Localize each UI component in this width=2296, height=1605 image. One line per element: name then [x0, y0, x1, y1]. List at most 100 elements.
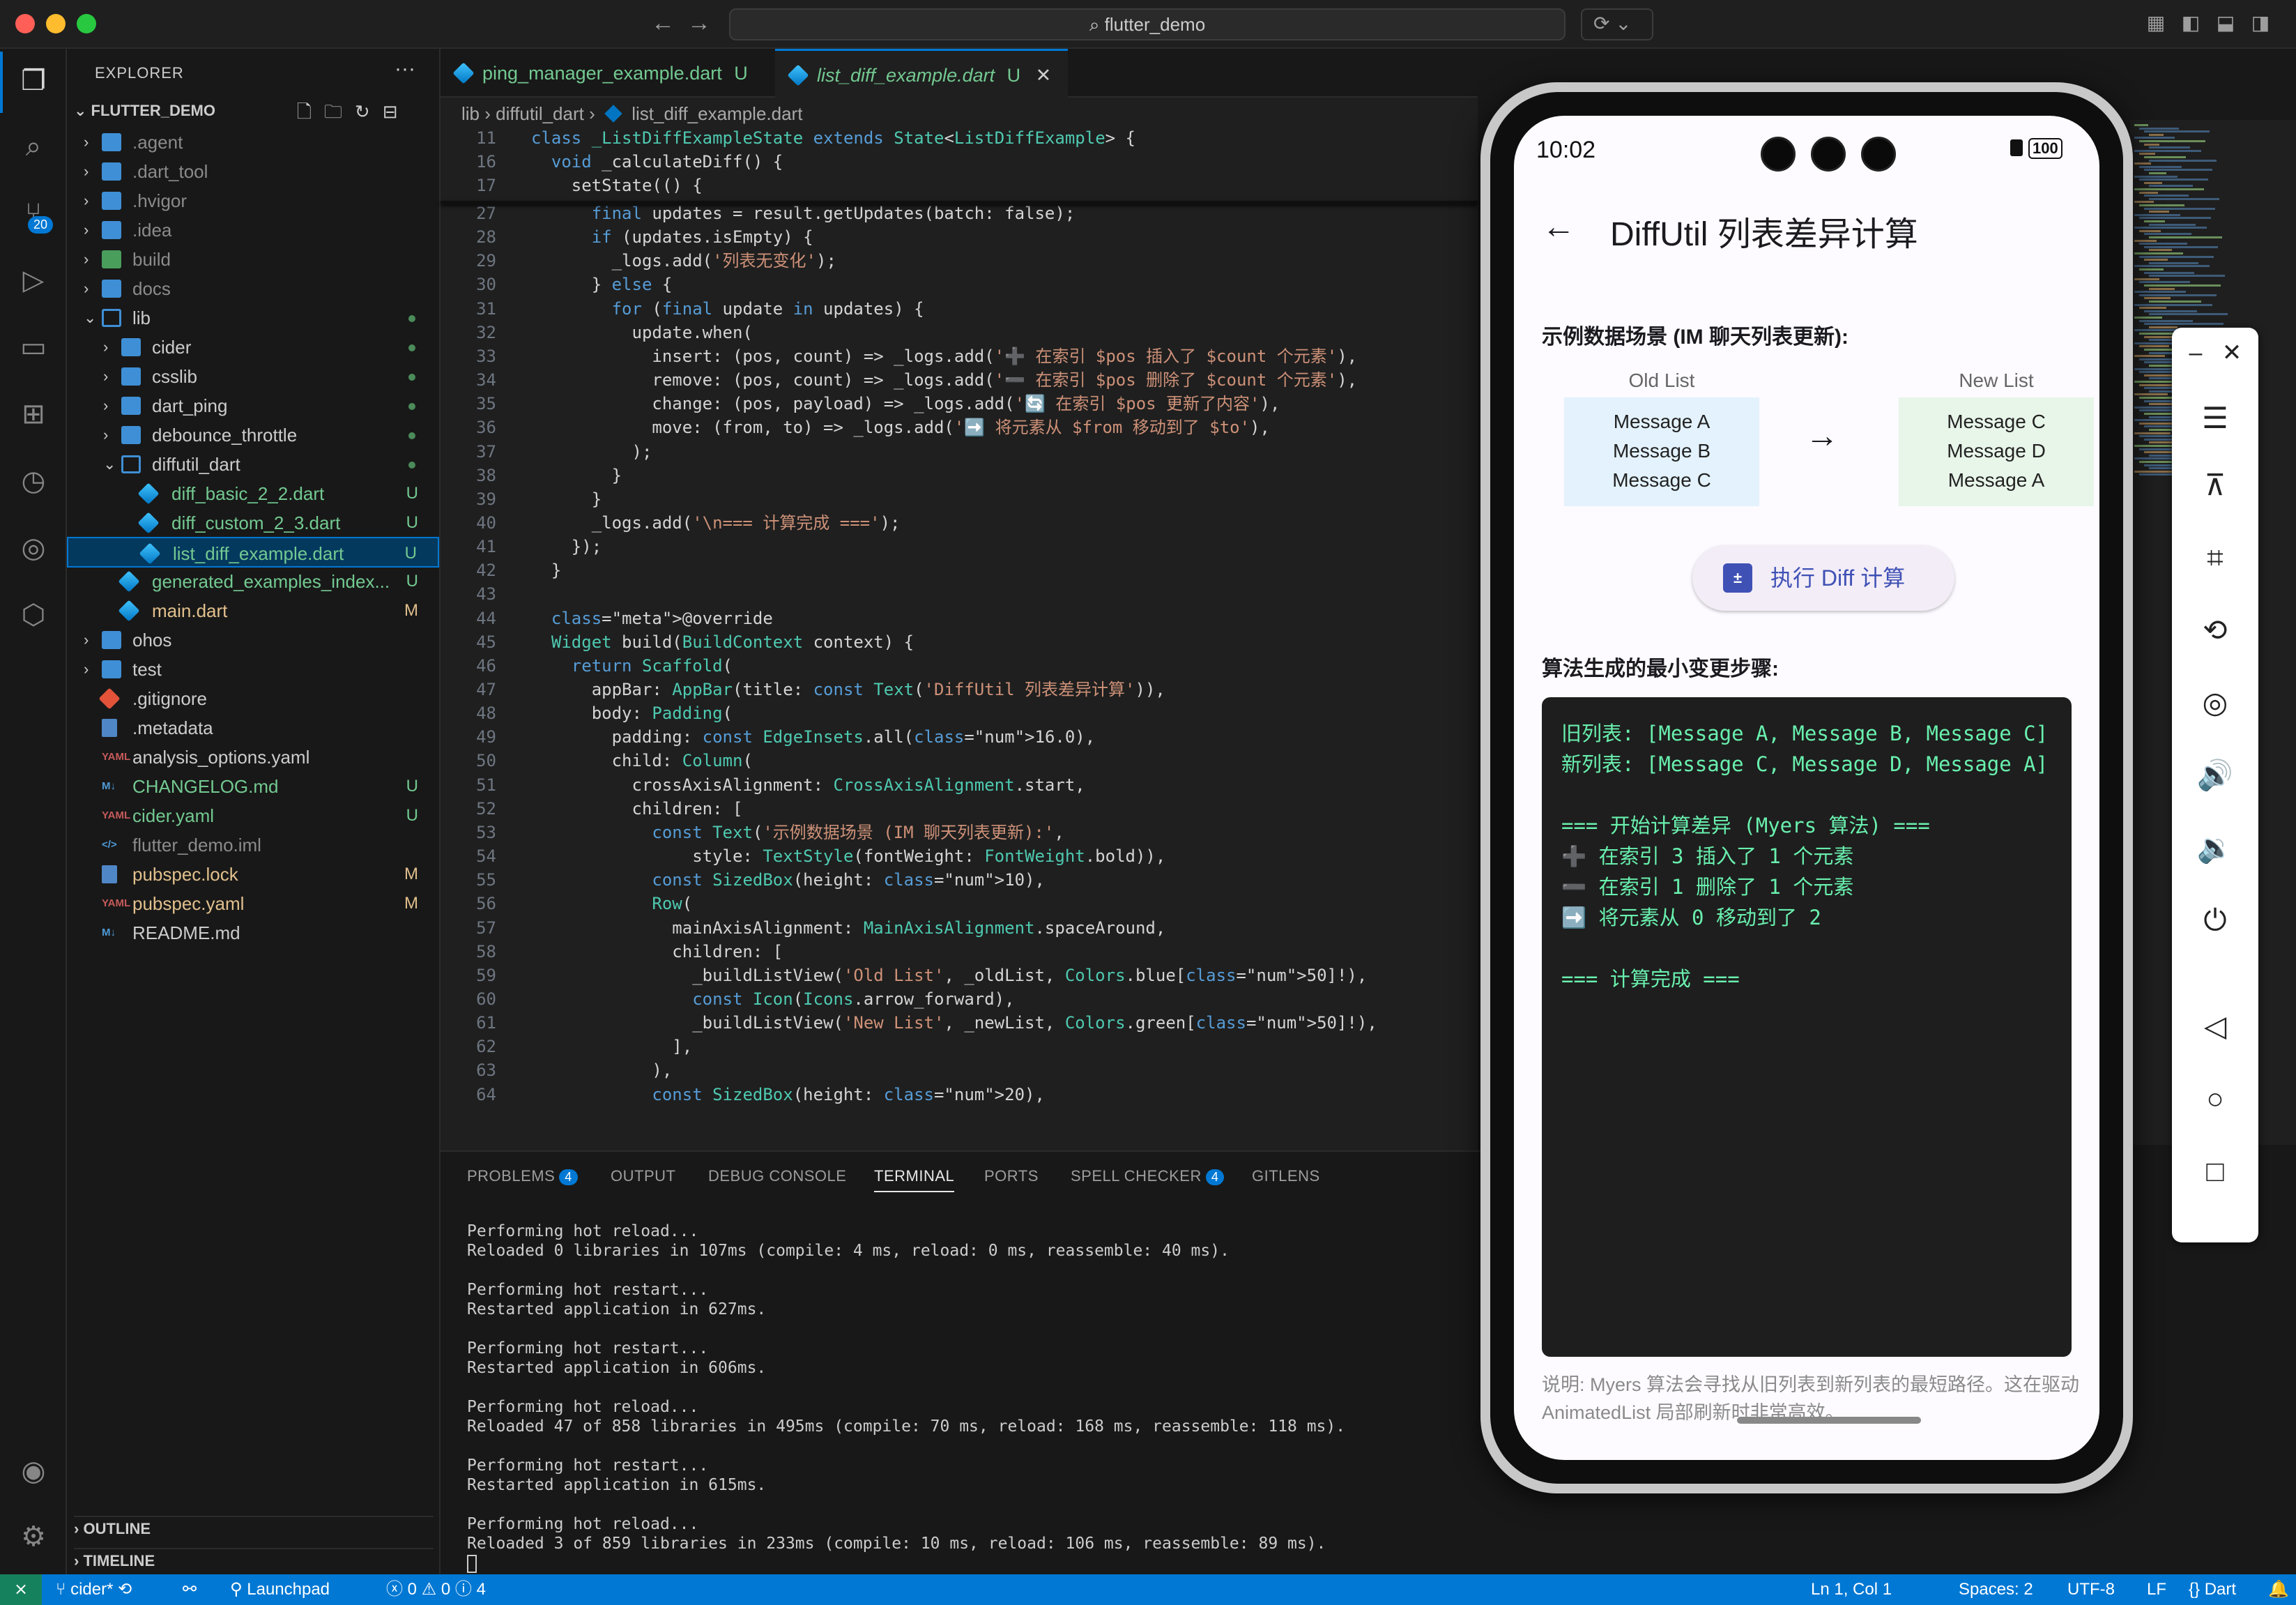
forward-arrow-icon[interactable]: → [687, 10, 711, 37]
tree-item[interactable]: .metadata [67, 713, 439, 743]
back-arrow-icon[interactable]: ← [1542, 208, 1575, 246]
language-mode[interactable]: {} Dart [2189, 1574, 2236, 1605]
tree-item[interactable]: M↓ CHANGELOG.md U [67, 771, 439, 802]
home-indicator[interactable] [1737, 1417, 1921, 1424]
launchpad-status[interactable]: ⚲ Launchpad [230, 1574, 330, 1605]
refresh-icon[interactable]: ↻ [355, 101, 383, 122]
touch-icon[interactable]: ⊼ [2194, 464, 2236, 506]
tree-item[interactable]: › .agent [67, 127, 439, 158]
remote-indicator-icon[interactable]: ⨯ [0, 1574, 42, 1605]
layout-customize-icon[interactable]: ▦ [2144, 11, 2168, 35]
rotate-icon[interactable]: ⟲ [2194, 609, 2236, 651]
menu-icon[interactable]: ☰ [2194, 397, 2236, 439]
tree-item[interactable]: ⌄ diffutil_dart [67, 449, 439, 480]
tree-item[interactable]: › debounce_throttle [67, 420, 439, 450]
cursor-position[interactable]: Ln 1, Col 1 [1811, 1574, 1892, 1605]
tree-item[interactable]: › .hvigor [67, 185, 439, 216]
encoding[interactable]: UTF-8 [2067, 1574, 2115, 1605]
panel-tab-gitlens[interactable]: GITLENS [1252, 1167, 1320, 1185]
tree-item[interactable]: › docs [67, 273, 439, 304]
tree-item[interactable]: </> flutter_demo.iml [67, 830, 439, 860]
search-icon[interactable]: ⌕ [17, 130, 50, 163]
tree-item[interactable]: list_diff_example.dart U [67, 537, 439, 568]
tree-item[interactable]: M↓ README.md [67, 918, 439, 948]
timeline-section[interactable]: › TIMELINE [74, 1548, 434, 1570]
panel-tab-label: DEBUG CONSOLE [708, 1167, 847, 1185]
tree-item[interactable]: › .idea [67, 215, 439, 245]
tree-item[interactable]: › cider [67, 332, 439, 363]
nav-home-icon[interactable]: ○ [2194, 1078, 2236, 1120]
line-ending[interactable]: LF [2147, 1574, 2166, 1605]
gitlens-status-icon[interactable]: ⚯ [183, 1574, 197, 1605]
panel-tab-problems[interactable]: PROBLEMS 4 [467, 1167, 578, 1185]
tab-list-diff-example[interactable]: list_diff_example.dart U ✕ [775, 49, 1068, 98]
back-arrow-icon[interactable]: ← [651, 10, 675, 37]
nav-back-icon[interactable]: ◁ [2194, 1005, 2236, 1047]
tree-item[interactable]: YAML cider.yaml U [67, 800, 439, 831]
tree-item[interactable]: › dart_ping [67, 390, 439, 421]
panel-tab-terminal[interactable]: TERMINAL [874, 1167, 955, 1192]
tree-item[interactable]: › test [67, 654, 439, 685]
explorer-icon[interactable]: ❐ [17, 64, 50, 98]
tree-item[interactable]: YAML analysis_options.yaml [67, 742, 439, 773]
breadcrumb-diffutil[interactable]: diffutil_dart [496, 103, 584, 124]
breadcrumb-file[interactable]: list_diff_example.dart [632, 103, 802, 124]
gear-icon[interactable]: ⚙ [17, 1520, 50, 1553]
remote-explorer-icon[interactable]: ▭ [17, 330, 50, 364]
tree-item[interactable]: › build [67, 244, 439, 275]
tree-item[interactable]: › csslib [67, 361, 439, 392]
panel-tab-debug-console[interactable]: DEBUG CONSOLE [708, 1167, 846, 1185]
panel-tab-output[interactable]: OUTPUT [611, 1167, 675, 1185]
panel-tab-ports[interactable]: PORTS [984, 1167, 1039, 1185]
close-icon[interactable]: ✕ [1036, 65, 1052, 86]
new-file-icon[interactable]: 🗋 [297, 101, 324, 122]
close-icon[interactable]: ✕ [2218, 332, 2246, 374]
toggle-primary-sidebar-icon[interactable]: ◧ [2179, 11, 2203, 35]
crop-icon[interactable]: ⌗ [2194, 537, 2236, 579]
gitlens-inspect-icon[interactable]: ◎ [17, 531, 50, 565]
volume-up-icon[interactable]: 🔊 [2194, 754, 2236, 796]
new-folder-icon[interactable]: 🗀 [324, 101, 355, 122]
project-section[interactable]: ⌄ FLUTTER_DEMO [74, 102, 215, 120]
screenshot-icon[interactable]: ◎ [2194, 682, 2236, 724]
close-window-button[interactable] [15, 14, 35, 33]
run-diff-button[interactable]: ± 执行 Diff 计算 [1692, 545, 1954, 611]
devtools-icon[interactable]: ⬡ [17, 598, 50, 632]
tree-item[interactable]: › ohos [67, 625, 439, 655]
indentation[interactable]: Spaces: 2 [1959, 1574, 2033, 1605]
tree-item[interactable]: › .dart_tool [67, 156, 439, 187]
terminal-output[interactable]: Performing hot reload... Reloaded 0 libra… [467, 1222, 1345, 1573]
volume-down-icon[interactable]: 🔉 [2194, 827, 2236, 869]
tab-ping-manager-example[interactable]: ping_manager_example.dart U [441, 49, 775, 98]
nav-recents-icon[interactable]: □ [2194, 1150, 2236, 1192]
breadcrumb-lib[interactable]: lib [461, 103, 480, 124]
tree-item[interactable]: YAML pubspec.yaml M [67, 888, 439, 919]
tree-item[interactable]: diff_basic_2_2.dart U [67, 478, 439, 509]
tree-item[interactable]: diff_custom_2_3.dart U [67, 508, 439, 538]
extensions-icon[interactable]: ⊞ [17, 397, 50, 431]
toggle-secondary-sidebar-icon[interactable]: ◨ [2249, 11, 2272, 35]
zoom-window-button[interactable] [77, 14, 96, 33]
power-icon[interactable]: ⏻ [2194, 899, 2236, 941]
minimize-window-button[interactable] [46, 14, 66, 33]
gitlens-icon[interactable]: ◷ [17, 464, 50, 498]
toggle-panel-icon[interactable]: ⬓ [2214, 11, 2237, 35]
copilot-button[interactable]: ⟳ ⌄ [1581, 8, 1653, 40]
tree-item[interactable]: generated_examples_index... U [67, 566, 439, 597]
panel-tab-spell-checker[interactable]: SPELL CHECKER 4 [1071, 1167, 1225, 1185]
run-debug-icon[interactable]: ▷ [17, 264, 50, 297]
tree-item[interactable]: .gitignore [67, 683, 439, 714]
tree-item[interactable]: main.dart M [67, 595, 439, 626]
collapse-all-icon[interactable]: ⊟ [383, 101, 411, 122]
tree-item[interactable]: ⌄ lib [67, 303, 439, 333]
branch-status[interactable]: ⑂ cider* ⟲ [56, 1574, 132, 1605]
tree-item[interactable]: pubspec.lock M [67, 859, 439, 890]
account-icon[interactable]: ◉ [17, 1454, 50, 1488]
notifications-icon[interactable]: 🔔 [2268, 1574, 2289, 1605]
more-actions-icon[interactable]: ··· [395, 57, 415, 81]
code-editor[interactable]: 11 class _ListDiffExampleState extends St… [441, 125, 1478, 1150]
outline-section[interactable]: › OUTLINE [74, 1516, 434, 1538]
minimize-icon[interactable]: – [2182, 332, 2210, 374]
problems-status[interactable]: ⓧ 0 ⚠ 0 ⓘ 4 [386, 1574, 486, 1605]
command-center-search[interactable]: ⌕ flutter_demo [729, 8, 1566, 40]
